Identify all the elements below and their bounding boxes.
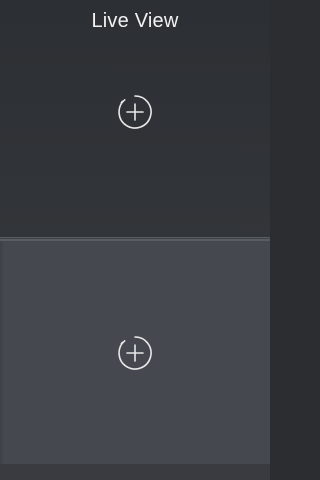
camera-slot-2[interactable] — [0, 241, 270, 480]
live-view-screen: Live View — [0, 0, 270, 480]
camera-slot-1[interactable]: Live View — [0, 0, 270, 239]
add-camera-button-1[interactable] — [117, 94, 153, 130]
add-camera-button-2[interactable] — [117, 335, 153, 371]
add-camera-icon — [117, 94, 153, 130]
page-title: Live View — [91, 10, 179, 32]
add-camera-icon — [117, 335, 153, 371]
